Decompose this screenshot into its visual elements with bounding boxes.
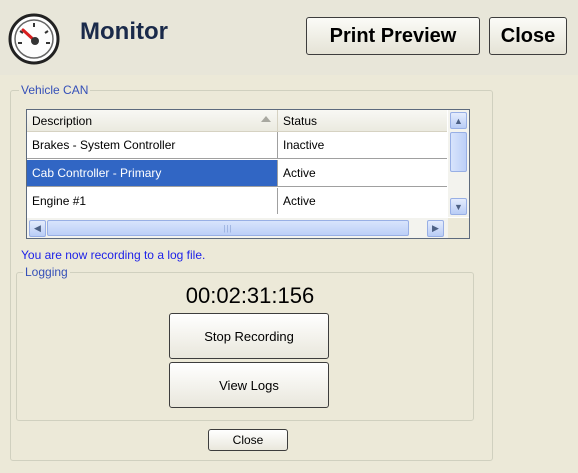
scroll-down-icon[interactable]: ▼ bbox=[450, 198, 467, 215]
table-row[interactable]: Engine #1 Active bbox=[27, 188, 447, 215]
table-row[interactable]: Cab Controller - Primary Active bbox=[27, 160, 447, 187]
scrollbar-corner bbox=[448, 218, 469, 238]
footer-close-button[interactable]: Close bbox=[208, 429, 288, 451]
horizontal-scroll-thumb[interactable]: ||| bbox=[47, 220, 409, 236]
grid-header: Description Status bbox=[27, 110, 447, 132]
status-cell: Active bbox=[283, 166, 316, 180]
gauge-icon bbox=[8, 13, 60, 65]
stop-recording-button[interactable]: Stop Recording bbox=[169, 313, 329, 359]
scroll-up-icon[interactable]: ▲ bbox=[450, 112, 467, 129]
scroll-right-icon[interactable]: ▶ bbox=[427, 220, 444, 237]
vehicle-can-legend: Vehicle CAN bbox=[19, 83, 91, 97]
scroll-left-icon[interactable]: ◀ bbox=[29, 220, 46, 237]
description-cell: Engine #1 bbox=[27, 188, 278, 214]
vertical-scroll-thumb[interactable] bbox=[450, 132, 467, 172]
status-cell: Active bbox=[283, 194, 316, 208]
description-cell: Cab Controller - Primary bbox=[27, 160, 278, 186]
vehicle-can-grid[interactable]: Description Status Brakes - System Contr… bbox=[26, 109, 470, 239]
page-title: Monitor bbox=[80, 18, 168, 45]
column-header-label: Description bbox=[32, 114, 93, 128]
status-cell: Inactive bbox=[283, 138, 325, 152]
header-bar: Monitor Print Preview Close bbox=[0, 0, 578, 75]
table-row[interactable]: Brakes - System Controller Inactive bbox=[27, 132, 447, 159]
recording-status-message: You are now recording to a log file. bbox=[21, 248, 206, 262]
recording-timer: 00:02:31:156 bbox=[185, 283, 315, 308]
column-header-description[interactable]: Description bbox=[27, 110, 278, 132]
horizontal-scrollbar[interactable]: ◀ ||| ▶ bbox=[27, 218, 448, 238]
description-cell: Brakes - System Controller bbox=[27, 132, 278, 158]
vertical-scrollbar[interactable]: ▲ ▼ bbox=[448, 110, 469, 217]
print-preview-button[interactable]: Print Preview bbox=[306, 17, 480, 55]
sort-ascending-icon bbox=[261, 116, 271, 122]
logging-legend: Logging bbox=[23, 265, 70, 279]
column-header-status[interactable]: Status bbox=[278, 110, 447, 132]
close-button[interactable]: Close bbox=[489, 17, 567, 55]
view-logs-button[interactable]: View Logs bbox=[169, 362, 329, 408]
